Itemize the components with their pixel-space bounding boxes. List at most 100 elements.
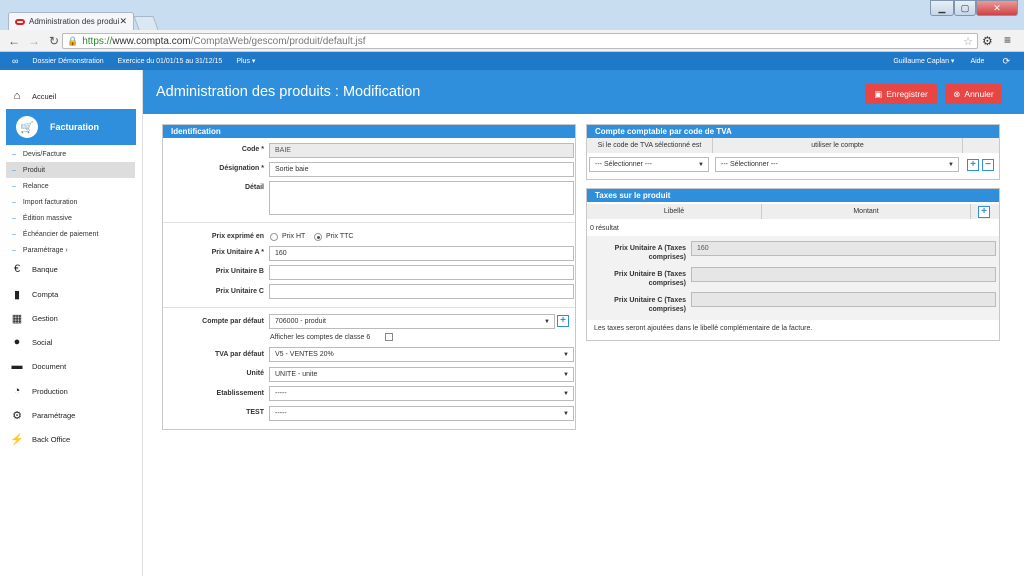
prix-ttc-label: Prix TTC xyxy=(326,233,354,240)
user-icon: ● xyxy=(13,336,21,348)
add-row-button[interactable]: + xyxy=(967,159,979,171)
app-topnav: ∞ Dossier Démonstration Exercice du 01/0… xyxy=(0,52,1024,70)
sidebar-item-parametrage[interactable]: ⚙ Paramétrage xyxy=(0,403,142,427)
sidebar-sub-parametrage[interactable]: – Paramétrage › xyxy=(6,242,135,258)
user-menu[interactable]: Guillaume Caplan ▾ xyxy=(893,57,954,65)
cancel-button[interactable]: ⊗ Annuler xyxy=(945,84,1002,104)
sidebar-sub-echeancier[interactable]: – Échéancier de paiement xyxy=(6,226,135,242)
chevron-down-icon: ▼ xyxy=(563,351,569,358)
compte-tva-select[interactable]: --- Sélectionner --- ▼ xyxy=(715,157,959,172)
cart-icon: 🛒 xyxy=(16,116,38,138)
folder-icon: ▬ xyxy=(11,360,23,372)
sidebar-sub-import[interactable]: – Import facturation xyxy=(6,194,135,210)
sidebar-item-compta[interactable]: ▮ Compta xyxy=(0,282,142,306)
tax-pua-field[interactable]: 160 xyxy=(691,241,996,256)
sidebar-sub-relance[interactable]: – Relance xyxy=(6,178,135,194)
pub-field[interactable] xyxy=(269,265,574,280)
detail-textarea[interactable] xyxy=(269,181,574,215)
sidebar-item-back-office[interactable]: ⚡ Back Office xyxy=(0,427,142,451)
menu-icon[interactable]: ≡ xyxy=(1004,33,1011,47)
tab-title: Administration des produi xyxy=(29,17,120,26)
sidebar-item-document[interactable]: ▬ Document xyxy=(0,354,142,378)
dossier-link[interactable]: Dossier Démonstration xyxy=(32,58,103,65)
aide-link[interactable]: Aide xyxy=(970,58,984,65)
refresh-icon[interactable]: ⟳ xyxy=(1002,56,1010,67)
tax-pub-label: Prix Unitaire B (Taxes comprises) xyxy=(614,271,686,287)
url-path: /ComptaWeb/gescom/produit/default.jsf xyxy=(190,35,366,47)
chevron-down-icon: ▼ xyxy=(563,410,569,417)
gauge-icon: ◔ xyxy=(13,385,21,397)
exercice-link[interactable]: Exercice du 01/01/15 au 31/12/15 xyxy=(118,58,223,65)
chevron-down-icon: ▼ xyxy=(544,318,550,325)
book-icon: ▮ xyxy=(13,288,21,301)
sidebar-label: Accueil xyxy=(32,91,57,101)
result-count: 0 résultat xyxy=(590,225,619,232)
grid-icon: ▦ xyxy=(11,312,23,325)
gear-icon: ⚙ xyxy=(12,409,22,422)
compte-select[interactable]: 706000 - produit ▼ xyxy=(269,314,555,329)
prix-ht-radio[interactable] xyxy=(270,233,278,241)
url-scheme: https:// xyxy=(82,35,113,47)
code-field[interactable]: BAIE xyxy=(269,143,574,158)
plus-menu[interactable]: Plus ▾ xyxy=(236,57,255,65)
tva-select[interactable]: V5 - VENTES 20% ▼ xyxy=(269,347,574,362)
divider xyxy=(163,222,575,223)
sidebar-item-banque[interactable]: € Banque xyxy=(0,257,142,281)
sidebar-sub-edition[interactable]: – Édition massive xyxy=(6,210,135,226)
browser-tab[interactable]: Administration des produi ✕ xyxy=(8,12,134,30)
prix-exprime-label: Prix exprimé en xyxy=(211,233,264,240)
sidebar-sub-devis[interactable]: – Devis/Facture xyxy=(6,146,135,162)
sidebar-item-facturation[interactable]: 🛒 Facturation xyxy=(6,109,136,145)
prix-ht-label: Prix HT xyxy=(282,233,306,240)
url-input[interactable]: 🔒 https:// www.compta.com /ComptaWeb/ges… xyxy=(62,33,978,49)
home-icon: ⌂ xyxy=(13,90,21,102)
detail-label: Détail xyxy=(244,184,264,191)
euro-icon: € xyxy=(13,263,21,275)
pua-field[interactable]: 160 xyxy=(269,246,574,261)
minimize-button[interactable]: ▁ xyxy=(930,0,954,16)
sidebar-sub-produit[interactable]: – Produit xyxy=(6,162,135,178)
chevron-down-icon: ▼ xyxy=(948,161,954,168)
forward-icon[interactable]: → xyxy=(28,34,40,48)
prix-ttc-radio[interactable] xyxy=(314,233,322,241)
afficher-classe6-label: Afficher les comptes de classe 6 xyxy=(270,334,371,341)
col-header-code-tva: Si le code de TVA sélectionné est xyxy=(587,138,713,153)
sidebar: ⌂ Accueil 🛒 Facturation – Devis/Facture –… xyxy=(0,70,143,576)
puc-field[interactable] xyxy=(269,284,574,299)
back-icon[interactable]: ← xyxy=(8,34,20,48)
afficher-classe6-checkbox[interactable] xyxy=(385,333,393,341)
etablissement-select[interactable]: ----- ▼ xyxy=(269,386,574,401)
save-icon: ▣ xyxy=(874,88,883,99)
sidebar-item-social[interactable]: ● Social xyxy=(0,330,142,354)
divider xyxy=(163,307,575,308)
tax-puc-field[interactable] xyxy=(691,292,996,307)
taxes-note: Les taxes seront ajoutées dans le libell… xyxy=(594,325,813,332)
unite-select[interactable]: UNITE - unite ▼ xyxy=(269,367,574,382)
bookmark-star-icon[interactable]: ☆ xyxy=(963,35,973,48)
remove-row-button[interactable]: − xyxy=(982,159,994,171)
extensions-gear-icon[interactable]: ⚙ xyxy=(982,34,993,48)
save-button[interactable]: ▣ Enregistrer xyxy=(865,84,937,104)
puc-label: Prix Unitaire C xyxy=(215,288,264,295)
sidebar-item-production[interactable]: ◔ Production xyxy=(0,379,142,403)
app-logo-icon[interactable]: ∞ xyxy=(12,56,18,66)
reload-icon[interactable]: ↻ xyxy=(48,34,60,48)
add-compte-button[interactable]: + xyxy=(557,315,569,327)
unite-label: Unité xyxy=(246,370,265,377)
close-window-button[interactable]: ✕ xyxy=(976,0,1018,16)
maximize-button[interactable]: ▢ xyxy=(954,0,976,16)
sidebar-item-accueil[interactable]: ⌂ Accueil xyxy=(0,84,142,108)
code-tva-select[interactable]: --- Sélectionner --- ▼ xyxy=(589,157,709,172)
test-select[interactable]: ----- ▼ xyxy=(269,406,574,421)
test-label: TEST xyxy=(246,409,264,416)
etablissement-label: Etablissement xyxy=(216,390,264,397)
lock-icon: 🔒 xyxy=(67,35,79,46)
tax-pub-field[interactable] xyxy=(691,267,996,282)
sidebar-item-gestion[interactable]: ▦ Gestion xyxy=(0,306,142,330)
pua-label: Prix Unitaire A * xyxy=(211,249,264,256)
close-tab-icon[interactable]: ✕ xyxy=(119,16,127,27)
col-header-actions xyxy=(963,138,999,153)
add-tax-button[interactable]: + xyxy=(978,206,990,218)
compte-label: Compte par défaut xyxy=(202,318,264,325)
designation-field[interactable]: Sortie baie xyxy=(269,162,574,177)
